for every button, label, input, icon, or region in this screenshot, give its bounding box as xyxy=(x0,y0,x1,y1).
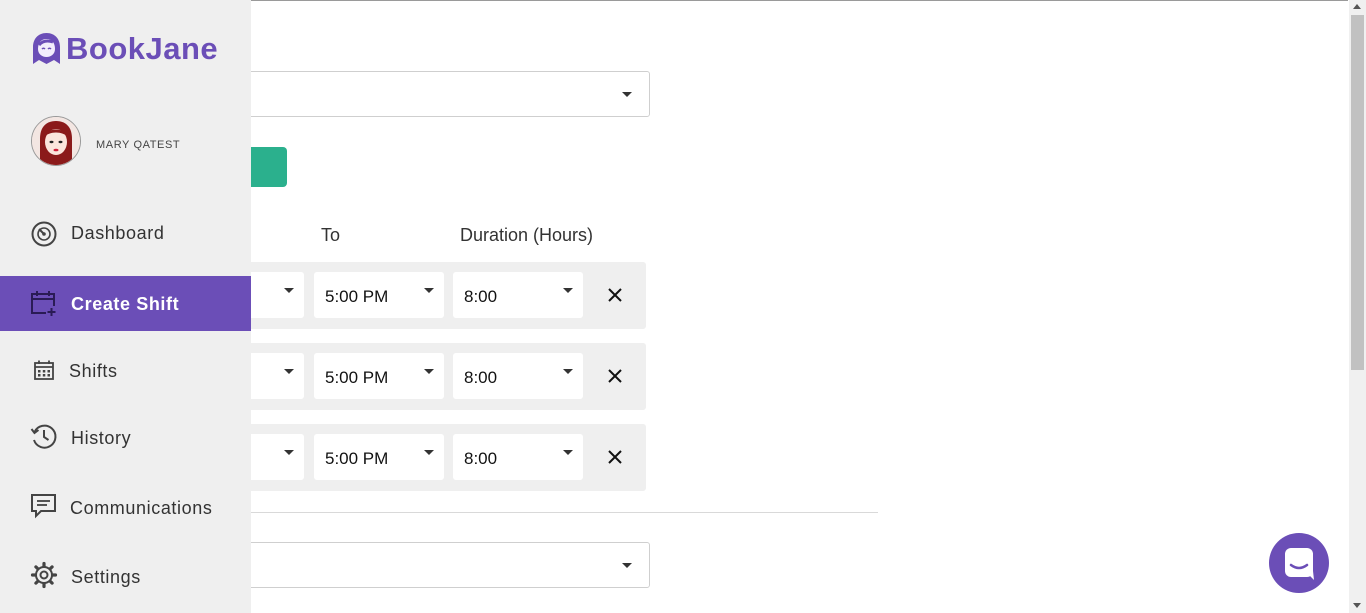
duration-value: 8:00 xyxy=(464,368,498,387)
chevron-down-icon xyxy=(563,450,573,455)
to-column-header: To xyxy=(321,225,341,245)
chevron-down-icon xyxy=(563,288,573,293)
sidebar: BookJane MARY QATEST Dashboard Create Sh… xyxy=(0,0,251,613)
dashboard-gauge-icon xyxy=(31,221,57,247)
history-clock-icon xyxy=(30,424,57,449)
to-time-value: 5:00 PM xyxy=(325,449,389,468)
sidebar-item-label: Create Shift xyxy=(71,294,180,314)
shift-row: 5:00 PM 8:00 xyxy=(230,343,646,410)
section-divider xyxy=(251,512,878,513)
to-time-value: 5:00 PM xyxy=(325,287,389,306)
chat-launcher-button[interactable] xyxy=(1269,533,1329,593)
scroll-down-arrow-icon[interactable] xyxy=(1353,603,1361,608)
shift-row: 5:00 PM 8:00 xyxy=(230,424,646,491)
logo[interactable]: BookJane xyxy=(31,31,218,67)
sidebar-item-create-shift[interactable]: Create Shift xyxy=(0,276,251,331)
sidebar-item-history[interactable]: History xyxy=(0,409,251,464)
to-time-select[interactable]: 5:00 PM xyxy=(314,272,444,318)
user-avatar-icon xyxy=(32,117,80,165)
to-time-select[interactable]: 5:00 PM xyxy=(314,434,444,480)
gear-icon xyxy=(30,561,58,589)
duration-select[interactable]: 8:00 xyxy=(453,434,583,480)
sidebar-item-label: Dashboard xyxy=(71,223,165,243)
close-icon[interactable] xyxy=(605,285,625,305)
chat-icon xyxy=(1285,548,1314,580)
sidebar-item-settings[interactable]: Settings xyxy=(0,548,251,603)
chevron-down-icon xyxy=(622,92,632,97)
close-icon[interactable] xyxy=(605,447,625,467)
calendar-add-icon xyxy=(31,291,57,317)
to-time-select[interactable]: 5:00 PM xyxy=(314,353,444,399)
duration-value: 8:00 xyxy=(464,449,498,468)
chevron-down-icon xyxy=(284,450,294,455)
sidebar-item-label: History xyxy=(71,428,132,448)
user-name: MARY QATEST xyxy=(96,139,181,151)
sidebar-item-shifts[interactable]: Shifts xyxy=(0,343,251,398)
sidebar-item-label: Communications xyxy=(70,498,213,518)
duration-select[interactable]: 8:00 xyxy=(453,353,583,399)
logo-text: BookJane xyxy=(66,31,219,66)
duration-column-header: Duration (Hours) xyxy=(460,225,594,245)
to-time-value: 5:00 PM xyxy=(325,368,389,387)
chevron-down-icon xyxy=(424,369,434,374)
chevron-down-icon xyxy=(563,369,573,374)
sidebar-item-label: Settings xyxy=(71,567,141,587)
scroll-up-arrow-icon[interactable] xyxy=(1353,4,1361,9)
chevron-down-icon xyxy=(424,450,434,455)
chevron-down-icon xyxy=(284,369,294,374)
chevron-down-icon xyxy=(284,288,294,293)
calendar-icon xyxy=(34,360,54,380)
shift-row: 5:00 PM 8:00 xyxy=(230,262,646,329)
sidebar-item-dashboard[interactable]: Dashboard xyxy=(0,206,251,261)
sidebar-item-label: Shifts xyxy=(69,361,118,381)
duration-value: 8:00 xyxy=(464,287,498,306)
bottom-select[interactable] xyxy=(230,542,650,588)
sidebar-item-communications[interactable]: Communications xyxy=(0,479,251,534)
close-icon[interactable] xyxy=(605,366,625,386)
top-select[interactable] xyxy=(230,71,650,117)
message-icon xyxy=(31,494,56,519)
avatar[interactable] xyxy=(31,116,81,166)
bookjane-logo-icon xyxy=(33,33,60,64)
chevron-down-icon xyxy=(622,563,632,568)
duration-select[interactable]: 8:00 xyxy=(453,272,583,318)
scrollbar-thumb[interactable] xyxy=(1351,15,1364,370)
chevron-down-icon xyxy=(424,288,434,293)
